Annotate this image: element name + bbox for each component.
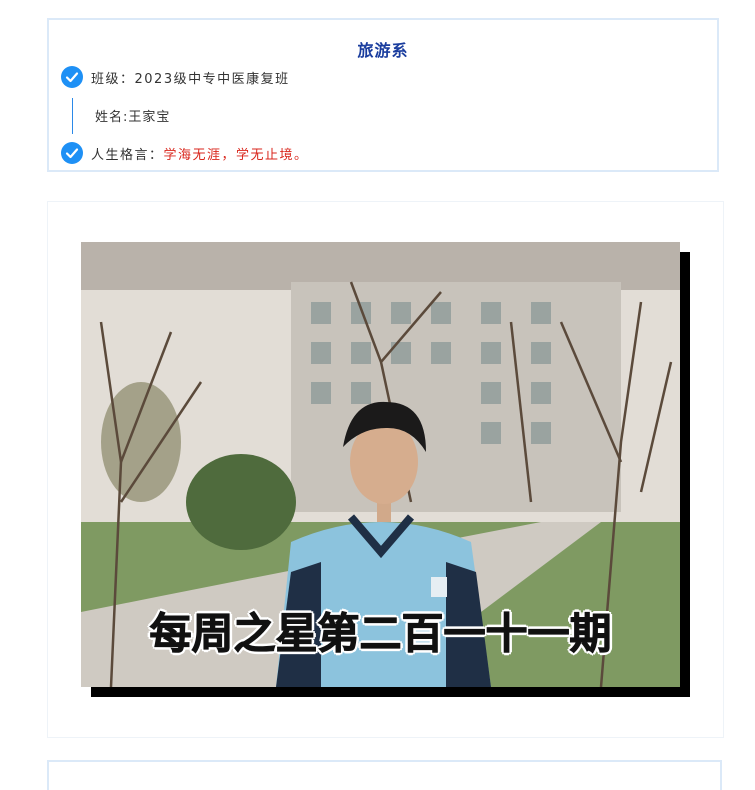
- motto-label: 人生格言：: [91, 147, 164, 163]
- student-photo: 每周之星第二百一十一期: [81, 242, 680, 687]
- student-name: 姓名:王家宝: [95, 110, 171, 125]
- timeline-connector: [72, 98, 73, 134]
- info-card: 旅游系 班级：2023级中专中医康复班 姓名:王家宝 人生格言：学海无涯，学无止…: [47, 18, 719, 172]
- class-row: 班级：2023级中专中医康复班: [61, 65, 290, 89]
- motto-row: 人生格言：学海无涯，学无止境。: [61, 141, 309, 165]
- check-circle-icon: [61, 142, 83, 164]
- motto-line: 人生格言：学海无涯，学无止境。: [91, 144, 309, 163]
- photo-caption: 每周之星第二百一十一期: [149, 609, 612, 659]
- motto-text: 学海无涯，学无止境。: [163, 147, 309, 163]
- next-card: [47, 760, 722, 790]
- class-label: 班级：2023级中专中医康复班: [91, 71, 290, 87]
- department-title: 旅游系: [357, 41, 409, 60]
- check-circle-icon: [61, 66, 83, 88]
